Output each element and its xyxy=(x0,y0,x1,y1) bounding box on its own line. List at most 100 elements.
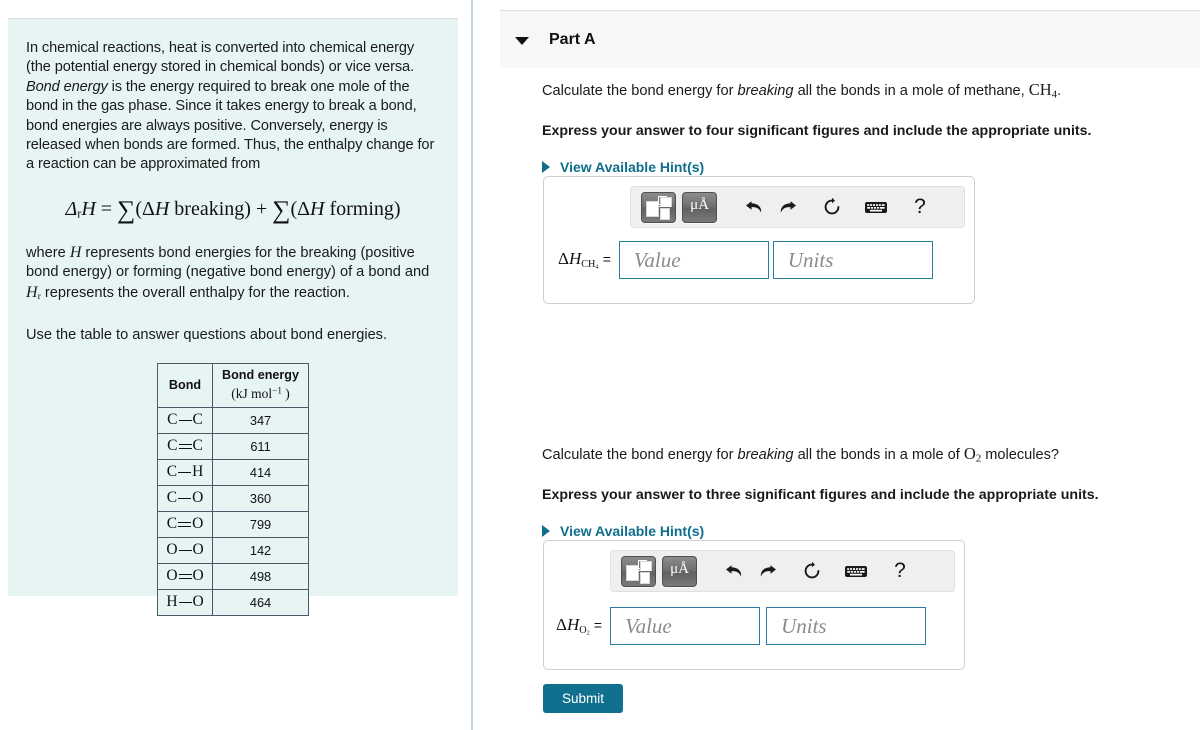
reference-panel: In chemical reactions, heat is converted… xyxy=(8,18,458,617)
undo-arrow-icon[interactable] xyxy=(717,556,751,586)
q2-formula: O2 xyxy=(963,444,981,464)
undo-arrow-icon[interactable] xyxy=(737,192,771,222)
var-h: H xyxy=(69,243,82,261)
delta-r-h: ΔrH xyxy=(65,197,96,221)
page-root: In chemical reactions, heat is converted… xyxy=(0,0,1200,730)
keyboard-icon[interactable] xyxy=(859,192,893,222)
bond-energy-value-cell: 498 xyxy=(212,563,309,591)
unit-exponent: −1 xyxy=(272,385,282,396)
units-button-label: μÅ xyxy=(670,560,689,577)
part-title-label: Part A xyxy=(549,30,596,48)
view-hints-link-1[interactable]: View Available Hint(s) xyxy=(542,159,704,175)
units-mu-angstrom-icon[interactable]: μÅ xyxy=(662,555,697,587)
header-energy-line1: Bond energy xyxy=(222,368,299,383)
answer-label-2-sub: O2 xyxy=(579,625,590,637)
term-breaking: (ΔH breaking) xyxy=(135,197,251,220)
q2-text-1: Calculate the bond energy for xyxy=(542,447,738,463)
answer-sub-num-2: 2 xyxy=(586,630,590,637)
answer-sub-num-1: 4 xyxy=(595,264,599,271)
term-forming: (ΔH forming) xyxy=(290,197,401,220)
view-hints-link-2[interactable]: View Available Hint(s) xyxy=(542,523,704,539)
question-1-instruction: Express your answer to four significant … xyxy=(542,123,1092,140)
where-paragraph: where H represents bond energies for the… xyxy=(26,243,440,306)
keyboard-icon[interactable] xyxy=(839,556,873,586)
delta-symbol-1: Δ xyxy=(558,249,569,269)
chevron-right-icon xyxy=(542,525,550,538)
bond-symbol-cell: CH xyxy=(156,459,214,487)
bond-energy-table: Bond Bond energy (kJ mol−1 ) C C 347 C C 611 C… xyxy=(156,363,309,617)
q1-text-3: . xyxy=(1057,83,1062,99)
sigma-2: ∑ xyxy=(272,194,291,224)
redo-arrow-icon[interactable] xyxy=(771,192,805,222)
bond-symbol-cell: CO xyxy=(156,485,214,513)
chevron-down-icon[interactable] xyxy=(515,36,529,45)
enthalpy-formula: ΔrH = ∑(ΔH breaking) + ∑(ΔH forming) xyxy=(26,195,440,225)
q1-text-1: Calculate the bond energy for xyxy=(542,83,738,99)
value-input-1[interactable]: Value xyxy=(618,241,769,279)
table-header-row: Bond Bond energy (kJ mol−1 ) xyxy=(156,363,309,409)
table-row: C C 347 xyxy=(156,407,309,435)
question-2-prompt: Calculate the bond energy for breaking a… xyxy=(542,444,1182,468)
where-part-3: represents the overall enthalpy for the … xyxy=(40,284,350,301)
part-a-header[interactable]: Part A xyxy=(500,10,1200,68)
q1-emphasis: breaking xyxy=(737,83,794,99)
answer-toolbar-2: μÅ ? xyxy=(610,550,955,592)
bond-energy-value-cell: 347 xyxy=(212,407,309,435)
table-row: O O 142 xyxy=(156,537,309,565)
bond-symbol-cell: CC xyxy=(156,433,214,461)
units-placeholder-2: Units xyxy=(781,613,827,638)
q2-text-2: all the bonds in a mole of xyxy=(793,447,964,463)
table-row: H O 464 xyxy=(156,589,309,617)
value-placeholder-1: Value xyxy=(633,247,681,272)
reset-circle-icon[interactable] xyxy=(795,556,829,586)
q1-text-2: all the bonds in a mole of methane, xyxy=(793,83,1029,99)
bond-energy-value-cell: 611 xyxy=(212,433,309,461)
unit-suffix: ) xyxy=(281,386,290,402)
question-block-2: Calculate the bond energy for breaking a… xyxy=(542,444,1182,539)
q2-text-3: molecules? xyxy=(981,447,1060,463)
answer-input-row-2: ΔHO2 = Value Units xyxy=(544,607,964,645)
chevron-right-icon xyxy=(542,161,550,174)
help-question-icon[interactable]: ? xyxy=(903,192,937,222)
equals-1: = xyxy=(602,251,611,268)
delta-symbol-2: Δ xyxy=(556,615,567,635)
q1-formula: CH4 xyxy=(1028,80,1057,100)
bond-symbol-cell: OO xyxy=(156,563,214,591)
units-placeholder-1: Units xyxy=(787,247,834,272)
table-row: O O 498 xyxy=(156,563,309,591)
bond-energy-value-cell: 360 xyxy=(212,485,309,513)
where-part-1: where xyxy=(26,244,70,261)
unit-prefix: (kJ mol xyxy=(231,386,273,402)
answer-widget-1: μÅ ? ΔHCH4 = Value Units xyxy=(543,176,975,304)
units-button-label: μÅ xyxy=(690,196,709,213)
units-mu-angstrom-icon[interactable]: μÅ xyxy=(682,191,717,223)
value-input-2[interactable]: Value xyxy=(610,607,761,645)
value-placeholder-2: Value xyxy=(625,613,672,638)
answer-input-row-1: ΔHCH4 = Value Units xyxy=(544,241,974,279)
redo-arrow-icon[interactable] xyxy=(751,556,785,586)
question-2-instruction: Express your answer to three significant… xyxy=(542,487,1099,504)
units-input-1[interactable]: Units xyxy=(772,241,933,279)
question-block-1: Calculate the bond energy for breaking a… xyxy=(542,80,1182,175)
bond-energy-table-wrapper: Bond Bond energy (kJ mol−1 ) C C 347 C C 611 C… xyxy=(156,363,309,617)
answer-label-1: ΔHCH4 = xyxy=(558,249,611,270)
bond-symbol-cell: OO xyxy=(156,537,214,565)
h-symbol-1: H xyxy=(568,249,582,269)
math-template-icon[interactable] xyxy=(641,191,676,223)
q1-formula-main: CH xyxy=(1028,80,1052,99)
units-input-2[interactable]: Units xyxy=(766,607,927,645)
answer-toolbar-1: μÅ ? xyxy=(630,186,965,228)
intro-emphasis: Bond energy xyxy=(26,78,108,95)
reset-circle-icon[interactable] xyxy=(815,192,849,222)
equals-sign: = xyxy=(100,197,118,220)
math-template-icon[interactable] xyxy=(621,555,656,587)
sigma-1: ∑ xyxy=(117,194,136,224)
table-row: C H 414 xyxy=(156,459,309,487)
q2-formula-main: O xyxy=(963,444,976,463)
answer-sub-main-1: CH xyxy=(581,259,596,271)
submit-button[interactable]: Submit xyxy=(543,684,623,713)
part-title: Part A xyxy=(549,31,596,49)
help-question-icon[interactable]: ? xyxy=(883,556,917,586)
bond-energy-value-cell: 414 xyxy=(212,459,309,487)
header-bond-energy: Bond energy (kJ mol−1 ) xyxy=(212,363,309,409)
